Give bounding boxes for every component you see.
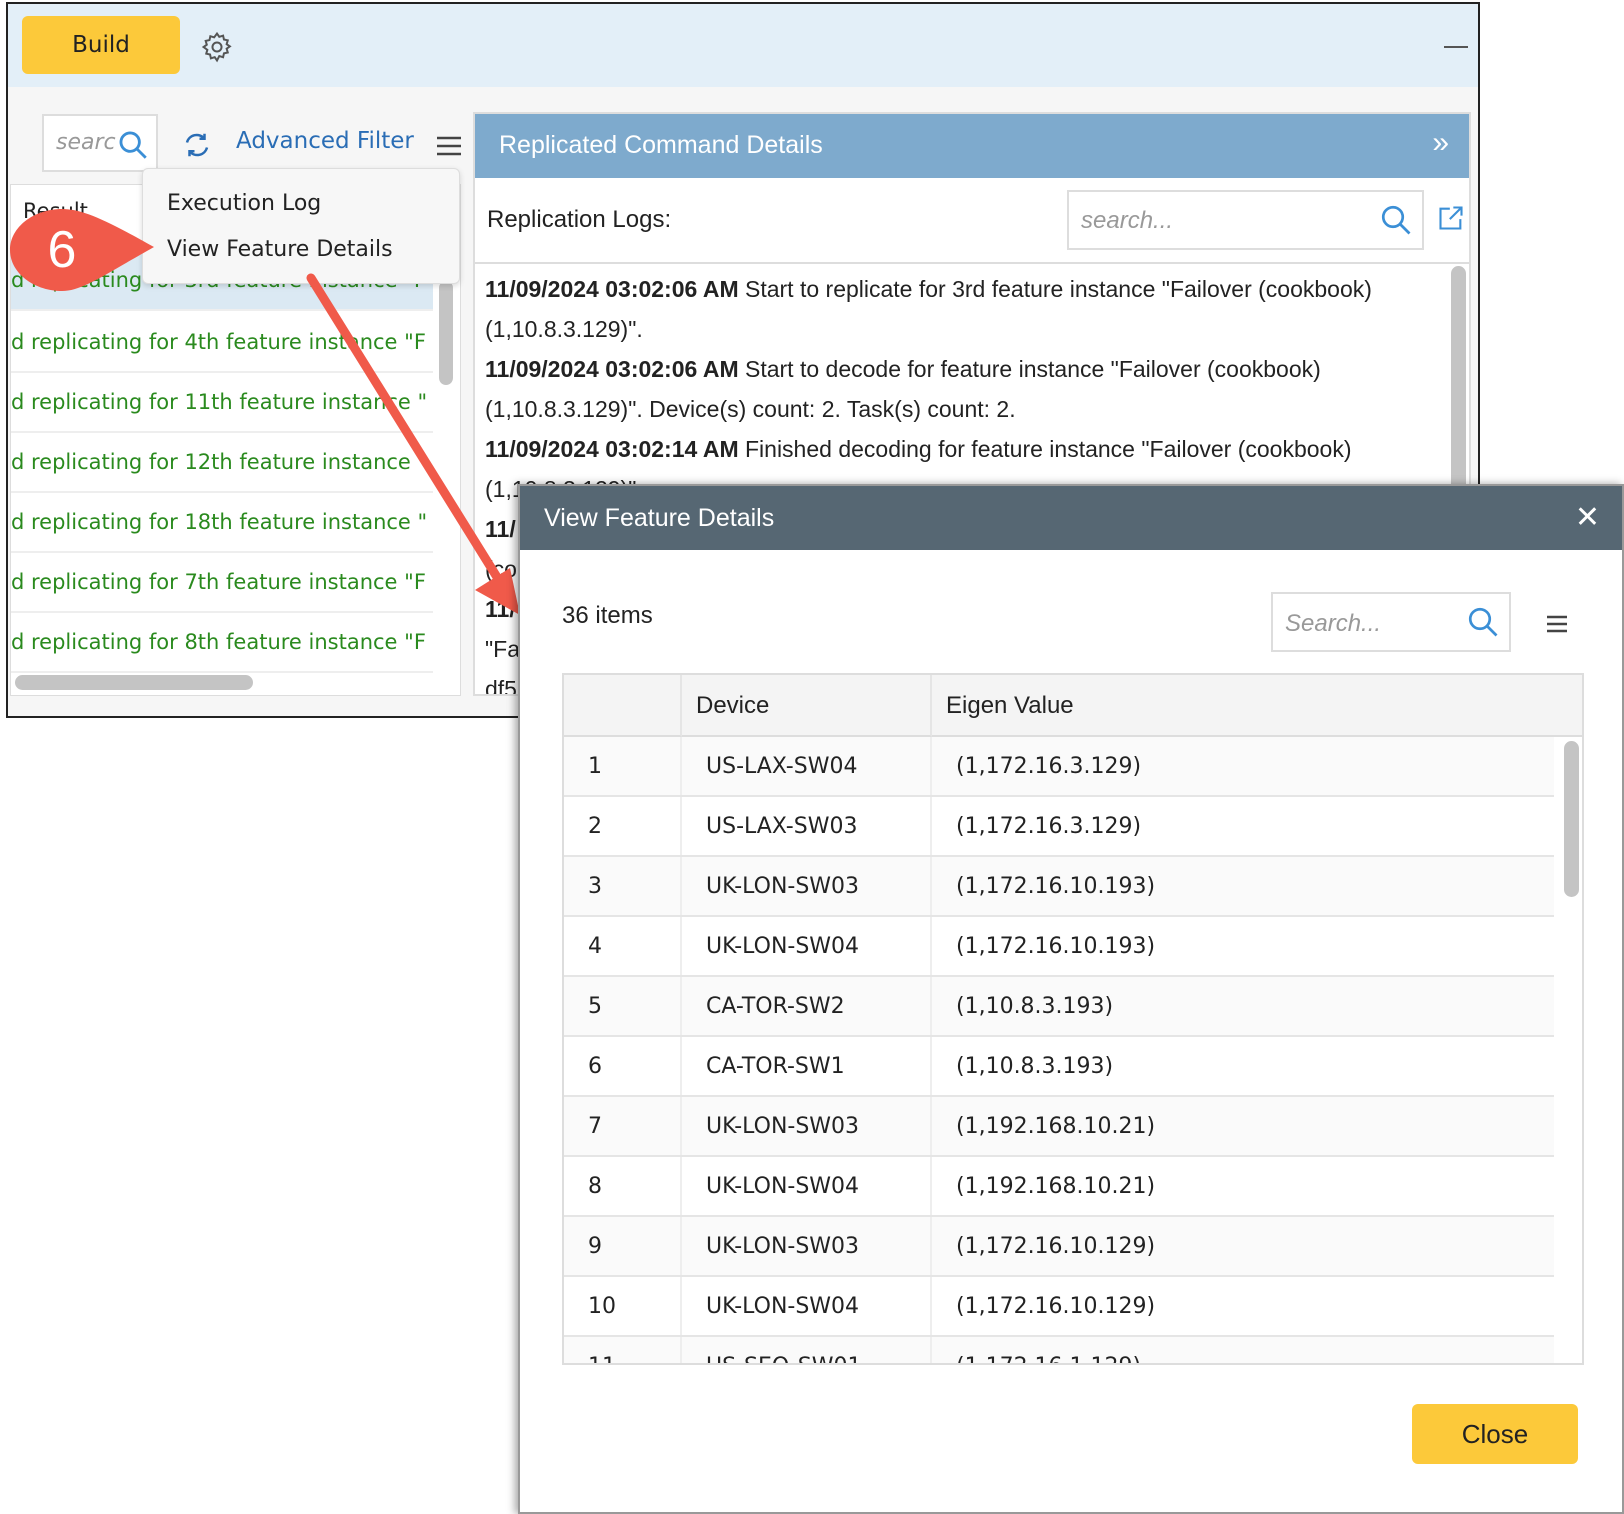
step-callout: 6 [4,205,156,299]
log-time: 11/09/2024 03:02:06 AM [485,356,739,382]
item-count: 36 items [562,602,653,629]
log-time: 11/ [485,596,516,622]
hamburger-menu-icon[interactable] [436,135,462,161]
callout-number: 6 [48,221,77,279]
close-button[interactable]: Close [1412,1404,1578,1464]
feature-details-table: Device Eigen Value 1 US-LAX-SW04 (1,172.16… [562,673,1584,1365]
panel-header: Replicated Command Details » [475,114,1469,178]
cell-index: 11 [564,1337,682,1363]
hamburger-menu-icon[interactable] [1546,614,1568,638]
logs-search-input[interactable]: search... [1067,190,1424,250]
cell-device: UK-LON-SW03 [682,1097,932,1155]
table-row[interactable]: 3 UK-LON-SW03 (1,172.16.10.193) [564,857,1554,917]
table-row[interactable]: 7 UK-LON-SW03 (1,192.168.10.21) [564,1097,1554,1157]
log-time: 11/ [485,516,516,542]
view-feature-details-dialog: View Feature Details ✕ 36 items Search..… [518,484,1624,1514]
dialog-search-input[interactable]: Search... [1271,592,1511,652]
vertical-scrollbar[interactable] [1564,741,1579,897]
replication-logs-label: Replication Logs: [487,206,672,233]
cell-index: 10 [564,1277,682,1335]
build-button[interactable]: Build [22,16,180,74]
cell-device: UK-LON-SW03 [682,1217,932,1275]
external-link-icon[interactable] [1437,204,1465,236]
list-item[interactable]: d replicating for 4th feature instance "… [11,313,433,373]
log-entry: 11/09/2024 03:02:06 AM Start to replicat… [485,269,1425,349]
list-item[interactable]: d replicating for 7th feature instance "… [11,553,433,613]
table-row[interactable]: 5 CA-TOR-SW2 (1,10.8.3.193) [564,977,1554,1037]
advanced-filter-link[interactable]: Advanced Filter [236,128,414,154]
cell-eigen-value: (1,10.8.3.193) [956,994,1114,1019]
cell-device: US-LAX-SW04 [682,737,932,795]
list-item[interactable]: d replicating for 18th feature instance … [11,493,433,553]
cell-eigen-value: (1,192.168.10.21) [956,1174,1156,1199]
cell-device: US-SEO-SW01 [682,1337,932,1363]
list-item[interactable]: d replicating for 12th feature instance … [11,433,433,493]
gear-icon[interactable] [200,30,234,68]
cell-eigen-value: (1,172.16.10.129) [956,1294,1156,1319]
dialog-title: View Feature Details [544,504,775,532]
cell-device: UK-LON-SW04 [682,917,932,975]
cell-device: UK-LON-SW04 [682,1277,932,1335]
cell-eigen-value: (1,172.16.1.129) [932,1337,1554,1363]
cell-device: US-LAX-SW03 [682,797,932,855]
context-menu: Execution Log View Feature Details [142,168,460,284]
list-item[interactable]: d replicating for 11th feature instance … [11,373,433,433]
table-row[interactable]: 1 US-LAX-SW04 (1,172.16.3.129) [564,737,1554,797]
log-entry: 11/09/2024 03:02:06 AM Start to decode f… [485,349,1425,429]
cell-index: 8 [564,1157,682,1215]
dialog-header: View Feature Details ✕ [520,486,1622,550]
cell-eigen-value: (1,172.16.10.193) [956,934,1156,959]
column-header-eigen-value[interactable]: Eigen Value [932,675,1582,737]
search-icon [1381,205,1411,235]
collapse-panel-icon[interactable]: » [1432,126,1449,160]
log-time: 11/09/2024 03:02:06 AM [485,276,739,302]
cell-eigen-value: (1,172.16.3.129) [956,754,1142,779]
cell-device: CA-TOR-SW2 [682,977,932,1035]
cell-index: 5 [564,977,682,1035]
cell-eigen-value: (1,172.16.10.129) [956,1234,1156,1259]
divider [475,262,1469,264]
search-icon [1468,607,1498,637]
vertical-scrollbar[interactable] [439,281,453,385]
horizontal-scrollbar[interactable] [15,675,253,690]
search-placeholder: search... [1081,207,1174,234]
close-icon[interactable]: ✕ [1575,500,1600,535]
table-row[interactable]: 9 UK-LON-SW03 (1,172.16.10.129) [564,1217,1554,1277]
search-icon [116,128,150,162]
column-header-device[interactable]: Device [682,675,932,737]
cell-index: 9 [564,1217,682,1275]
cell-index: 1 [564,737,682,795]
cell-index: 7 [564,1097,682,1155]
log-time: 11/09/2024 03:02:14 AM [485,436,739,462]
cell-index: 6 [564,1037,682,1095]
list-item[interactable]: d replicating for 8th feature instance "… [11,613,433,673]
cell-eigen-value: (1,10.8.3.193) [956,1054,1114,1079]
search-placeholder: Search... [1285,610,1382,637]
cell-eigen-value: (1,172.16.10.193) [956,874,1156,899]
table-body: 1 US-LAX-SW04 (1,172.16.3.129) 2 US-LAX-SW03… [564,737,1564,1363]
minimize-button[interactable] [1444,46,1468,48]
cell-index: 4 [564,917,682,975]
cell-eigen-value: (1,192.168.10.21) [956,1114,1156,1139]
table-row[interactable]: 4 UK-LON-SW04 (1,172.16.10.193) [564,917,1554,977]
table-row[interactable]: 6 CA-TOR-SW1 (1,10.8.3.193) [564,1037,1554,1097]
table-row[interactable]: 11US-SEO-SW01(1,172.16.1.129) [564,1337,1554,1363]
cell-device: UK-LON-SW04 [682,1157,932,1215]
left-search-input[interactable]: search [42,114,158,172]
table-row[interactable]: 2 US-LAX-SW03 (1,172.16.3.129) [564,797,1554,857]
cell-device: CA-TOR-SW1 [682,1037,932,1095]
table-row[interactable]: 10 UK-LON-SW04 (1,172.16.10.129) [564,1277,1554,1337]
cell-eigen-value: (1,172.16.3.129) [956,814,1142,839]
cell-device: UK-LON-SW03 [682,857,932,915]
table-row[interactable]: 8 UK-LON-SW04 (1,192.168.10.21) [564,1157,1554,1217]
menu-item-execution-log[interactable]: Execution Log [167,191,321,216]
cell-index: 2 [564,797,682,855]
refresh-icon[interactable] [182,130,212,164]
column-header-index[interactable] [564,675,682,737]
menu-item-view-feature-details[interactable]: View Feature Details [167,237,393,262]
top-toolbar: Build [8,4,1478,87]
panel-title: Replicated Command Details [499,131,823,159]
cell-index: 3 [564,857,682,915]
